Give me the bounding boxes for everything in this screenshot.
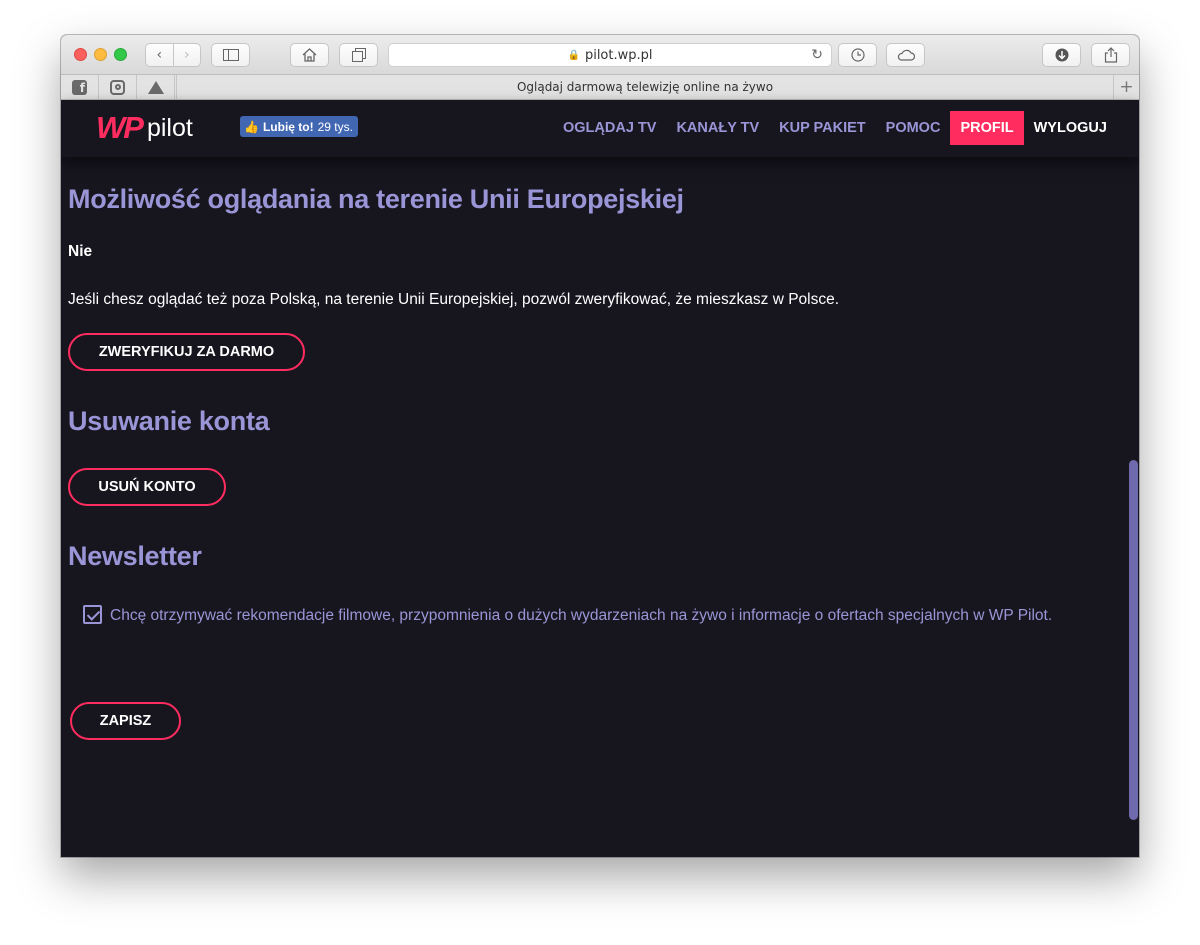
site-header: WP pilot 👍 Lubię to! 29 tys. OGLĄDAJ TV … [61, 100, 1139, 157]
newsletter-title: Newsletter [68, 541, 202, 571]
bookmark-drive[interactable] [137, 75, 175, 99]
google-drive-icon [147, 80, 164, 94]
newsletter-consent: Chcę otrzymywać rekomendacje filmowe, pr… [83, 604, 1103, 628]
delete-account-title: Usuwanie konta [68, 406, 270, 436]
new-tab-button[interactable]: + [1114, 75, 1139, 99]
eu-section-title: Możliwość oglądania na terenie Unii Euro… [68, 184, 684, 214]
icloud-button[interactable] [886, 43, 925, 67]
page-scrollbar[interactable] [1129, 460, 1138, 820]
share-button[interactable] [1091, 43, 1130, 67]
history-button[interactable] [838, 43, 877, 67]
sidebar-toggle-button[interactable] [211, 43, 250, 67]
nav-profile[interactable]: PROFIL [950, 111, 1024, 145]
download-icon [1055, 48, 1068, 62]
eu-status: Nie [68, 243, 93, 260]
instagram-icon [110, 79, 125, 95]
main-nav: OGLĄDAJ TV KANAŁY TV KUP PAKIET POMOC PR… [553, 111, 1117, 145]
newsletter-checkbox[interactable] [83, 605, 102, 624]
lock-icon: 🔒 [567, 49, 580, 61]
newsletter-checkbox-label[interactable]: Chcę otrzymywać rekomendacje filmowe, pr… [110, 607, 1052, 624]
reload-icon[interactable]: ↻ [811, 47, 823, 63]
tabs-icon [351, 48, 366, 62]
sidebar-icon [222, 49, 239, 61]
back-forward-group: ‹ › [145, 43, 201, 67]
like-count: 29 tys. [317, 119, 353, 134]
facebook-icon: f [72, 79, 87, 95]
verify-free-button[interactable]: ZWERYFIKUJ ZA DARMO [68, 333, 305, 371]
browser-toolbar: ‹ › 🔒 pilot.wp.pl ↻ [61, 35, 1139, 75]
minimize-window-button[interactable] [94, 48, 107, 61]
home-icon [302, 48, 317, 62]
downloads-button[interactable] [1042, 43, 1081, 67]
close-window-button[interactable] [74, 48, 87, 61]
delete-account-button[interactable]: USUŃ KONTO [68, 468, 226, 506]
browser-window: ‹ › 🔒 pilot.wp.pl ↻ f Oglądaj darmową te… [61, 35, 1139, 857]
eu-description: Jeśli chesz oglądać też poza Polską, na … [68, 291, 840, 308]
nav-logout[interactable]: WYLOGUJ [1024, 111, 1117, 145]
address-bar[interactable]: 🔒 pilot.wp.pl ↻ [388, 43, 832, 67]
tab-active[interactable]: Oglądaj darmową telewizję online na żywo [176, 75, 1114, 99]
home-button[interactable] [290, 43, 329, 67]
cloud-icon [897, 49, 915, 61]
nav-buy-package[interactable]: KUP PAKIET [769, 111, 875, 145]
share-icon [1104, 47, 1117, 63]
maximize-window-button[interactable] [114, 48, 127, 61]
profile-content: Możliwość oglądania na terenie Unii Euro… [61, 157, 1139, 857]
bookmarks-bar: f Oglądaj darmową telewizję online na ży… [61, 75, 1139, 100]
tabs-overview-button[interactable] [339, 43, 378, 67]
facebook-like-button[interactable]: 👍 Lubię to! 29 tys. [240, 116, 358, 137]
logo-mark: WP [96, 110, 144, 145]
forward-icon[interactable]: › [174, 47, 201, 63]
bookmark-instagram[interactable] [99, 75, 137, 99]
logo-text: pilot [146, 113, 193, 142]
nav-watch-tv[interactable]: OGLĄDAJ TV [553, 111, 666, 145]
clock-icon [850, 48, 865, 62]
like-label: Lubię to! [262, 119, 314, 134]
bookmark-facebook[interactable]: f [61, 75, 99, 99]
back-icon[interactable]: ‹ [146, 47, 173, 63]
save-button[interactable]: ZAPISZ [70, 702, 181, 740]
nav-channels[interactable]: KANAŁY TV [666, 111, 769, 145]
url-text: pilot.wp.pl [584, 47, 653, 63]
nav-help[interactable]: POMOC [876, 111, 951, 145]
wp-pilot-logo[interactable]: WP pilot [96, 110, 193, 145]
thumbs-up-icon: 👍 [244, 119, 259, 134]
